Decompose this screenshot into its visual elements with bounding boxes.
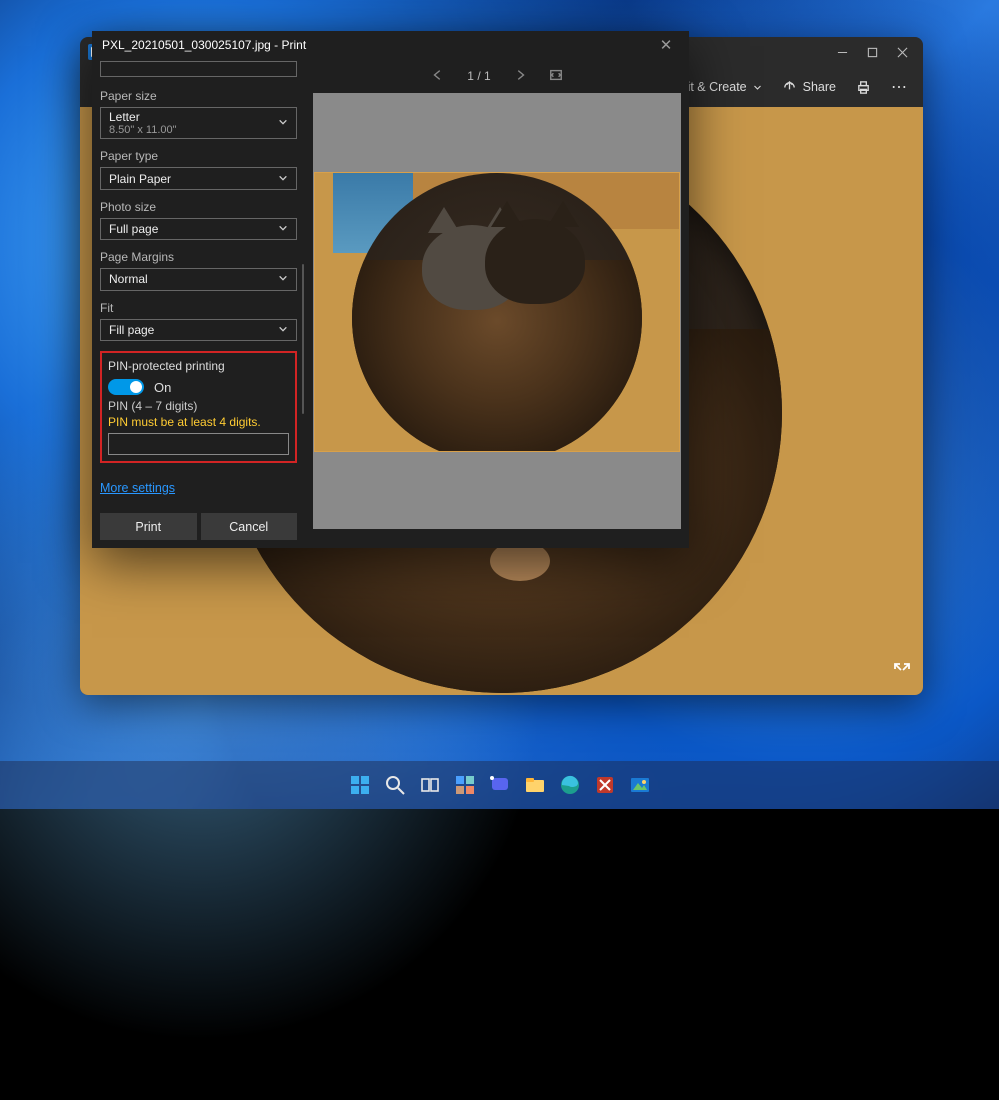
edge-icon[interactable]	[556, 771, 584, 799]
task-view-icon[interactable]	[416, 771, 444, 799]
pin-toggle[interactable]	[108, 379, 144, 395]
photo-size-select[interactable]: Full page	[100, 218, 297, 240]
settings-scrollbar[interactable]	[302, 264, 304, 414]
fit-value: Fill page	[109, 323, 154, 337]
chevron-down-icon	[278, 172, 288, 186]
share-label: Share	[803, 80, 836, 94]
paper-size-value: Letter	[109, 110, 140, 124]
minimize-button[interactable]	[827, 38, 857, 66]
previous-setting-partial[interactable]	[100, 61, 297, 77]
more-settings-link[interactable]: More settings	[100, 481, 297, 495]
pin-protected-section: PIN-protected printing On PIN (4 – 7 dig…	[100, 351, 297, 463]
photo-size-label: Photo size	[100, 200, 297, 214]
print-button[interactable]	[856, 80, 871, 95]
page-margins-label: Page Margins	[100, 250, 297, 264]
print-dialog: PXL_20210501_030025107.jpg - Print ✕ Pap…	[92, 31, 689, 548]
chevron-down-icon	[278, 116, 288, 130]
pin-hint: PIN (4 – 7 digits)	[108, 399, 289, 413]
fit-select[interactable]: Fill page	[100, 319, 297, 341]
chevron-down-icon	[278, 222, 288, 236]
search-icon[interactable]	[381, 771, 409, 799]
preview-page	[313, 93, 681, 529]
paper-size-select[interactable]: Letter 8.50" x 11.00"	[100, 107, 297, 140]
share-button[interactable]: Share	[782, 80, 836, 95]
prev-page-icon[interactable]	[431, 68, 445, 85]
snip-icon[interactable]	[591, 771, 619, 799]
chat-icon[interactable]	[486, 771, 514, 799]
next-page-icon[interactable]	[513, 68, 527, 85]
paper-size-sub: 8.50" x 11.00"	[109, 124, 177, 136]
print-preview-panel: 1 / 1	[305, 59, 689, 548]
start-icon[interactable]	[346, 771, 374, 799]
page-current: 1	[467, 69, 474, 83]
pin-toggle-state: On	[154, 380, 171, 395]
chevron-down-icon	[278, 272, 288, 286]
print-dialog-title: PXL_20210501_030025107.jpg - Print	[102, 38, 306, 52]
explorer-icon[interactable]	[521, 771, 549, 799]
pin-error: PIN must be at least 4 digits.	[108, 415, 289, 429]
chevron-down-icon	[278, 323, 288, 337]
more-button[interactable]: ⋯	[891, 77, 909, 97]
print-settings-panel: Paper size Letter 8.50" x 11.00" Paper t…	[92, 59, 305, 548]
pin-input[interactable]	[108, 433, 289, 455]
close-icon[interactable]: ✕	[653, 32, 679, 58]
maximize-button[interactable]	[857, 38, 887, 66]
photo-size-value: Full page	[109, 222, 158, 236]
paper-type-label: Paper type	[100, 149, 297, 163]
page-total: 1	[484, 69, 491, 83]
taskbar	[0, 761, 999, 809]
fit-label: Fit	[100, 301, 297, 315]
print-button[interactable]: Print	[100, 513, 197, 540]
print-dialog-titlebar: PXL_20210501_030025107.jpg - Print ✕	[92, 31, 689, 59]
fullscreen-icon[interactable]	[893, 662, 911, 683]
paper-type-select[interactable]: Plain Paper	[100, 167, 297, 189]
widgets-icon[interactable]	[451, 771, 479, 799]
paper-size-label: Paper size	[100, 89, 297, 103]
page-margins-select[interactable]: Normal	[100, 268, 297, 290]
pin-section-label: PIN-protected printing	[108, 359, 289, 373]
fit-screen-icon[interactable]	[549, 68, 563, 85]
page-margins-value: Normal	[109, 272, 148, 286]
close-button[interactable]	[887, 38, 917, 66]
page-sep: /	[477, 69, 480, 83]
photos-icon[interactable]	[626, 771, 654, 799]
preview-nav: 1 / 1	[305, 59, 689, 93]
paper-type-value: Plain Paper	[109, 172, 171, 186]
cancel-button[interactable]: Cancel	[201, 513, 298, 540]
